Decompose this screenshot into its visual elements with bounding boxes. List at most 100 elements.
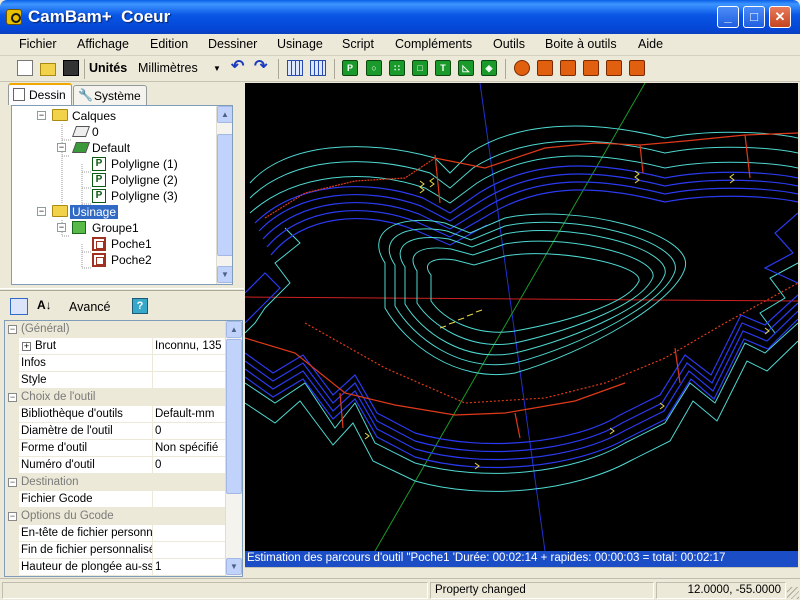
scroll-down-icon[interactable]: ▼ <box>217 266 232 283</box>
property-grid-scrollbar[interactable]: ▲ ▼ <box>225 321 242 576</box>
tab-dessin[interactable]: Dessin <box>8 83 72 105</box>
close-button[interactable]: ✕ <box>769 6 791 28</box>
open-folder-icon[interactable] <box>40 63 56 76</box>
maximize-button[interactable]: □ <box>743 6 765 28</box>
collapse-icon[interactable]: − <box>8 512 17 521</box>
tree-item-polyligne-1[interactable]: P Polyligne (1) <box>12 156 217 172</box>
tree-item-usinage[interactable]: − Usinage <box>12 204 217 220</box>
draw-rectangle-icon[interactable]: □ <box>412 60 428 76</box>
tree-scrollbar[interactable]: ▲ ▼ <box>216 106 232 284</box>
scroll-down-icon[interactable]: ▼ <box>226 558 242 575</box>
layer-icon <box>71 142 91 153</box>
advanced-toggle[interactable]: Avancé <box>69 300 110 314</box>
property-row[interactable]: Hauteur de plongée au-ssi 1 <box>5 559 225 576</box>
tree-item-groupe1[interactable]: − Groupe1 <box>12 220 217 236</box>
lathe-icon[interactable] <box>606 60 622 76</box>
canvas-scrollbar[interactable] <box>245 567 798 578</box>
main-toolbar: Unités Millimètres ▼ ↶ ↷ P ○ ∷ □ T ◺ ◈ <box>0 56 800 82</box>
tab-dessin-label: Dessin <box>29 88 66 102</box>
menu-dessiner[interactable]: Dessiner <box>208 37 257 51</box>
menu-script[interactable]: Script <box>342 37 374 51</box>
undo-icon[interactable]: ↶ <box>231 59 247 76</box>
left-pane: Dessin 🔧 Système − Calques 0 − Default P… <box>0 83 244 578</box>
gcode-icon[interactable] <box>629 60 645 76</box>
cambam-logo-icon <box>6 9 22 25</box>
properties-toolbar: A↓ Avancé ? <box>0 293 244 319</box>
tab-systeme[interactable]: 🔧 Système <box>73 85 147 105</box>
menu-boite-a-outils[interactable]: Boite à outils <box>545 37 617 51</box>
drill-icon[interactable] <box>514 60 530 76</box>
property-row[interactable]: En-tête de fichier personnali <box>5 525 225 542</box>
minimize-button[interactable]: _ <box>717 6 739 28</box>
draw-points-icon[interactable]: ∷ <box>389 60 405 76</box>
scroll-thumb[interactable] <box>217 134 232 256</box>
layer-icon <box>71 126 91 137</box>
help-icon[interactable]: ? <box>132 298 148 314</box>
tree-item-polyligne-2[interactable]: P Polyligne (2) <box>12 172 217 188</box>
outer-toolpath <box>245 165 798 469</box>
tree-item-calques[interactable]: − Calques <box>12 108 217 124</box>
menu-aide[interactable]: Aide <box>638 37 663 51</box>
property-row[interactable]: Forme d'outil Non spécifié <box>5 440 225 457</box>
scroll-up-icon[interactable]: ▲ <box>226 321 242 338</box>
pocket-icon[interactable] <box>537 60 553 76</box>
wrench-icon: 🔧 <box>78 88 93 102</box>
collapse-icon[interactable]: − <box>37 111 46 120</box>
collapse-icon[interactable]: − <box>8 325 17 334</box>
menu-edition[interactable]: Edition <box>150 37 188 51</box>
property-row[interactable]: Infos <box>5 355 225 372</box>
tree-item-layer-0[interactable]: 0 <box>12 124 217 140</box>
toolpath-view <box>245 83 798 551</box>
property-row[interactable]: Bibliothèque d'outils Default-mm <box>5 406 225 423</box>
snap-grid-icon[interactable] <box>287 60 303 76</box>
categorized-view-icon[interactable] <box>10 298 28 315</box>
property-row[interactable]: Fin de fichier personnalisée <box>5 542 225 559</box>
show-grid-icon[interactable] <box>310 60 326 76</box>
new-file-icon[interactable] <box>17 60 33 76</box>
property-grid: − (Général) + Brut Inconnu, 135 : Infos … <box>4 320 243 577</box>
tree-item-poche2[interactable]: Poche2 <box>12 252 217 268</box>
draw-polyline-icon[interactable]: P <box>342 60 358 76</box>
expand-icon[interactable]: + <box>22 342 31 351</box>
units-select[interactable]: Millimètres ▼ <box>135 59 227 79</box>
collapse-icon[interactable]: − <box>37 207 46 216</box>
tree-item-default[interactable]: − Default <box>12 140 217 156</box>
splitter[interactable] <box>0 288 244 291</box>
menu-fichier[interactable]: Fichier <box>19 37 57 51</box>
property-category[interactable]: − Choix de l'outil <box>5 389 225 406</box>
engrave-icon[interactable] <box>583 60 599 76</box>
property-category[interactable]: − Options du Gcode <box>5 508 225 525</box>
scroll-up-icon[interactable]: ▲ <box>217 106 232 123</box>
menu-affichage[interactable]: Affichage <box>77 37 129 51</box>
collapse-icon[interactable]: − <box>8 478 17 487</box>
collapse-icon[interactable]: − <box>57 223 66 232</box>
profile-icon[interactable] <box>560 60 576 76</box>
collapse-icon[interactable]: − <box>8 393 17 402</box>
collapse-icon[interactable]: − <box>57 143 66 152</box>
property-row[interactable]: + Brut Inconnu, 135 : <box>5 338 225 355</box>
property-category[interactable]: − (Général) <box>5 321 225 338</box>
polyline-icon: P <box>92 157 106 171</box>
property-row[interactable]: Diamètre de l'outil 0 <box>5 423 225 440</box>
redo-icon[interactable]: ↷ <box>254 59 270 76</box>
polyline-icon: P <box>92 189 106 203</box>
menu-usinage[interactable]: Usinage <box>277 37 323 51</box>
tree-item-poche1[interactable]: Poche1 <box>12 236 217 252</box>
scroll-thumb[interactable] <box>226 339 242 494</box>
property-row[interactable]: Style <box>5 372 225 389</box>
menu-complements[interactable]: Compléments <box>395 37 472 51</box>
menu-outils[interactable]: Outils <box>493 37 525 51</box>
draw-3d-icon[interactable]: ◈ <box>481 60 497 76</box>
tree-item-polyligne-3[interactable]: P Polyligne (3) <box>12 188 217 204</box>
resize-grip-icon[interactable] <box>787 587 799 599</box>
property-row[interactable]: Numéro d'outil 0 <box>5 457 225 474</box>
property-category[interactable]: − Destination <box>5 474 225 491</box>
save-icon[interactable] <box>63 60 79 76</box>
draw-text-icon[interactable]: T <box>435 60 451 76</box>
chevron-down-icon[interactable]: ▼ <box>209 60 225 77</box>
draw-circle-icon[interactable]: ○ <box>366 60 382 76</box>
draw-region-icon[interactable]: ◺ <box>458 60 474 76</box>
drawing-canvas[interactable] <box>245 83 798 551</box>
alphabetical-sort-icon[interactable]: A↓ <box>37 298 55 315</box>
property-row[interactable]: Fichier Gcode <box>5 491 225 508</box>
